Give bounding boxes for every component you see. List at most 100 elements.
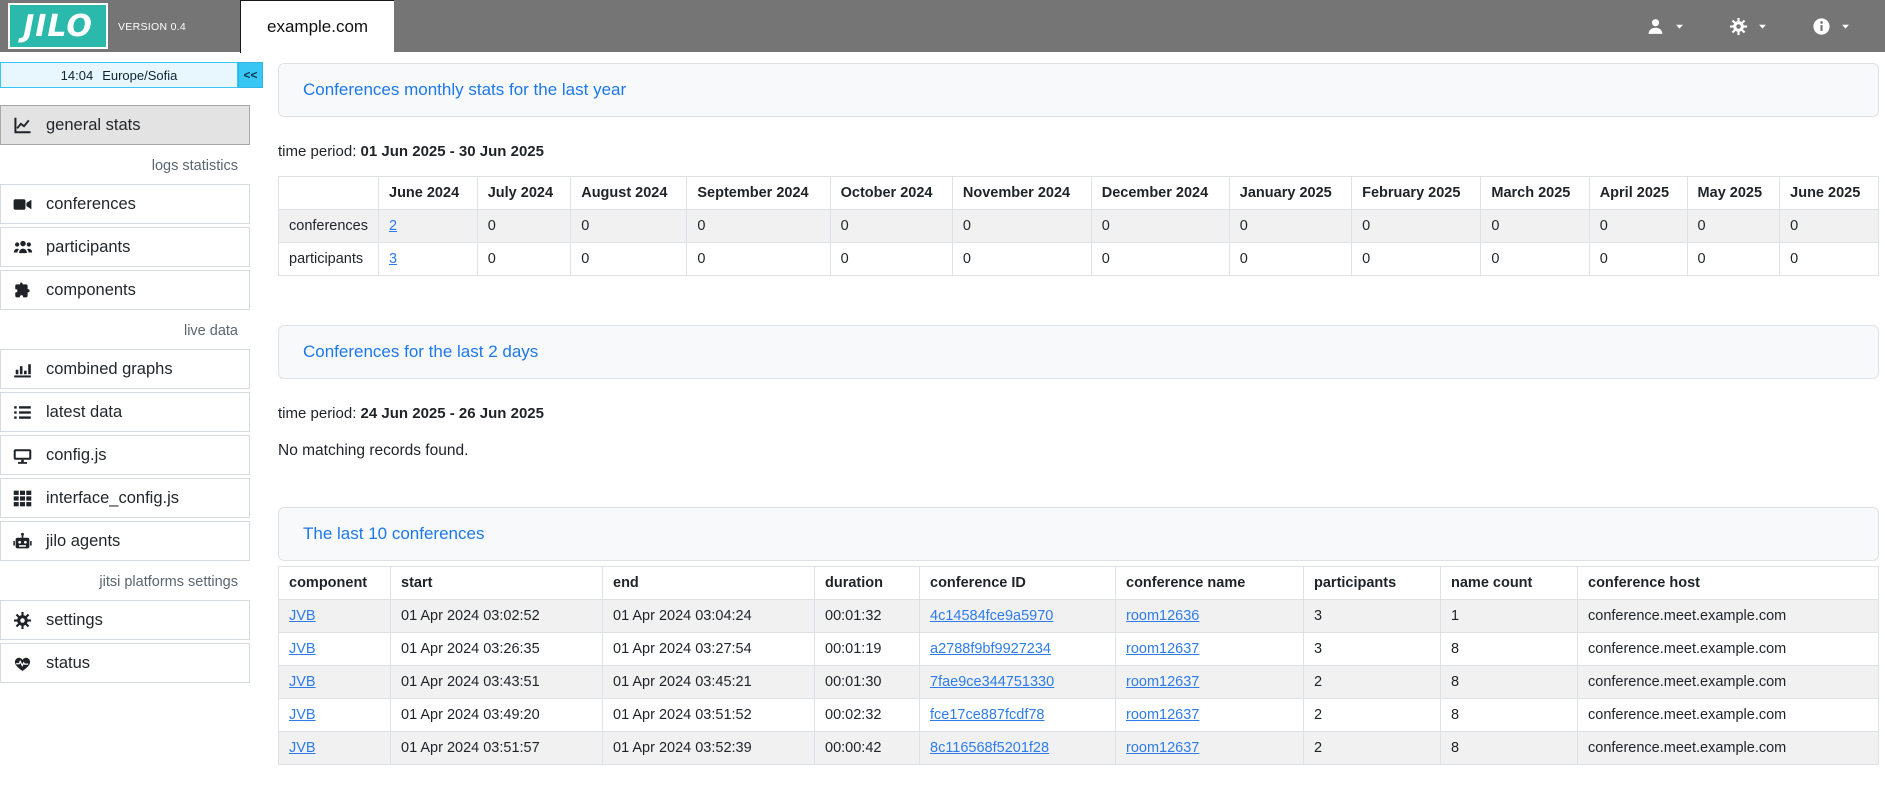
- clock: 14:04 Europe/Sofia: [0, 62, 238, 88]
- app-logo: JILO: [8, 3, 108, 49]
- conference-name-link[interactable]: room12636: [1126, 608, 1199, 624]
- monthly-count-link[interactable]: 2: [389, 218, 397, 234]
- table-cell: 0: [1091, 243, 1229, 276]
- monthly-column-header: September 2024: [687, 177, 830, 210]
- sidebar-section-label: logs statistics: [0, 148, 250, 184]
- table-cell: 0: [952, 243, 1091, 276]
- table-cell: 8: [1441, 666, 1578, 699]
- table-cell: 3: [379, 243, 478, 276]
- app-logo-text: JILO: [23, 9, 93, 44]
- monthly-count-link[interactable]: 3: [389, 251, 397, 267]
- sidebar-item-participants[interactable]: participants: [0, 227, 250, 267]
- table-cell: 00:01:32: [815, 600, 920, 633]
- platform-tab[interactable]: example.com: [240, 0, 394, 53]
- component-link[interactable]: JVB: [289, 641, 316, 657]
- table-cell: 3: [1304, 600, 1441, 633]
- table-cell: conference.meet.example.com: [1578, 699, 1879, 732]
- sidebar-item-latest-data[interactable]: latest data: [0, 392, 250, 432]
- conference-table-row: JVB01 Apr 2024 03:02:5201 Apr 2024 03:04…: [279, 600, 1879, 633]
- header-menu-user[interactable]: [1646, 17, 1685, 36]
- monthly-column-header: February 2025: [1352, 177, 1481, 210]
- conference-id-link[interactable]: 8c116568f5201f28: [930, 740, 1049, 756]
- table-cell: 0: [1229, 243, 1351, 276]
- caret-down-icon: [1840, 21, 1851, 32]
- table-cell: JVB: [279, 600, 391, 633]
- table-cell: room12637: [1116, 699, 1304, 732]
- monthly-stats-title[interactable]: Conferences monthly stats for the last y…: [303, 80, 626, 100]
- conference-id-link[interactable]: 4c14584fce9a5970: [930, 608, 1053, 624]
- table-cell: 0: [1589, 243, 1687, 276]
- gear-icon: [13, 611, 34, 630]
- table-cell: 01 Apr 2024 03:49:20: [391, 699, 603, 732]
- last-2-days-time-period: time period: 24 Jun 2025 - 26 Jun 2025: [278, 405, 1879, 422]
- header-menu-gear[interactable]: [1729, 17, 1768, 36]
- sidebar-item-label: general stats: [46, 116, 140, 135]
- table-cell: 2: [1304, 699, 1441, 732]
- sidebar-item-status[interactable]: status: [0, 643, 250, 683]
- sidebar-item-conferences[interactable]: conferences: [0, 184, 250, 224]
- sidebar-item-config-js[interactable]: config.js: [0, 435, 250, 475]
- component-link[interactable]: JVB: [289, 740, 316, 756]
- time-period-label: time period:: [278, 405, 356, 422]
- conference-name-link[interactable]: room12637: [1126, 740, 1199, 756]
- sidebar-item-interface-config-js[interactable]: interface_config.js: [0, 478, 250, 518]
- bar-chart-icon: [13, 360, 34, 379]
- conference-table-row: JVB01 Apr 2024 03:26:3501 Apr 2024 03:27…: [279, 633, 1879, 666]
- table-cell: 0: [1352, 243, 1481, 276]
- robot-icon: [13, 532, 34, 551]
- conference-column-header: conference ID: [920, 567, 1116, 600]
- conference-name-link[interactable]: room12637: [1126, 641, 1199, 657]
- conference-name-link[interactable]: room12637: [1126, 707, 1199, 723]
- component-link[interactable]: JVB: [289, 707, 316, 723]
- monthly-row-label: participants: [279, 243, 379, 276]
- monthly-stats-table: June 2024July 2024August 2024September 2…: [278, 176, 1879, 276]
- table-cell: conference.meet.example.com: [1578, 600, 1879, 633]
- sidebar-item-settings[interactable]: settings: [0, 600, 250, 640]
- time-period-label: time period:: [278, 143, 356, 160]
- monthly-stats-time-period: time period: 01 Jun 2025 - 30 Jun 2025: [278, 143, 1879, 160]
- sidebar-item-jilo-agents[interactable]: jilo agents: [0, 521, 250, 561]
- sidebar-item-label: conferences: [46, 195, 136, 214]
- table-cell: 0: [687, 210, 830, 243]
- table-cell: JVB: [279, 666, 391, 699]
- component-link[interactable]: JVB: [289, 608, 316, 624]
- table-cell: 01 Apr 2024 03:45:21: [603, 666, 815, 699]
- component-link[interactable]: JVB: [289, 674, 316, 690]
- header-menu-info[interactable]: [1812, 17, 1851, 36]
- conference-column-header: end: [603, 567, 815, 600]
- gear-icon: [1729, 17, 1748, 36]
- sidebar-item-label: combined graphs: [46, 360, 173, 379]
- top-bar: JILO VERSION 0.4 example.com: [0, 0, 1885, 52]
- sidebar-item-general-stats[interactable]: general stats: [0, 105, 250, 145]
- table-cell: 8: [1441, 633, 1578, 666]
- table-cell: 01 Apr 2024 03:51:52: [603, 699, 815, 732]
- table-cell: 01 Apr 2024 03:26:35: [391, 633, 603, 666]
- sidebar-item-combined-graphs[interactable]: combined graphs: [0, 349, 250, 389]
- table-cell: 2: [1304, 732, 1441, 765]
- conference-id-link[interactable]: a2788f9bf9927234: [930, 641, 1051, 657]
- caret-down-icon: [1674, 21, 1685, 32]
- monthly-column-header: June 2025: [1780, 177, 1879, 210]
- last-conferences-title[interactable]: The last 10 conferences: [303, 524, 484, 544]
- users-icon: [13, 238, 34, 257]
- conference-id-link[interactable]: 7fae9ce344751330: [930, 674, 1054, 690]
- table-cell: conference.meet.example.com: [1578, 633, 1879, 666]
- table-cell: JVB: [279, 633, 391, 666]
- video-camera-icon: [13, 195, 34, 214]
- monthly-column-header: October 2024: [830, 177, 952, 210]
- table-cell: 0: [571, 210, 687, 243]
- conference-id-link[interactable]: fce17ce887fcdf78: [930, 707, 1044, 723]
- table-cell: 2: [1304, 666, 1441, 699]
- sidebar-item-components[interactable]: components: [0, 270, 250, 310]
- sidebar-section-label: live data: [0, 313, 250, 349]
- table-cell: 0: [477, 210, 571, 243]
- sidebar-item-label: interface_config.js: [46, 489, 179, 508]
- monthly-column-header: May 2025: [1687, 177, 1780, 210]
- sidebar-item-label: participants: [46, 238, 130, 257]
- table-cell: 0: [1352, 210, 1481, 243]
- last-2-days-title[interactable]: Conferences for the last 2 days: [303, 342, 538, 362]
- conference-name-link[interactable]: room12637: [1126, 674, 1199, 690]
- table-cell: 0: [830, 210, 952, 243]
- conference-column-header: component: [279, 567, 391, 600]
- table-cell: 0: [1091, 210, 1229, 243]
